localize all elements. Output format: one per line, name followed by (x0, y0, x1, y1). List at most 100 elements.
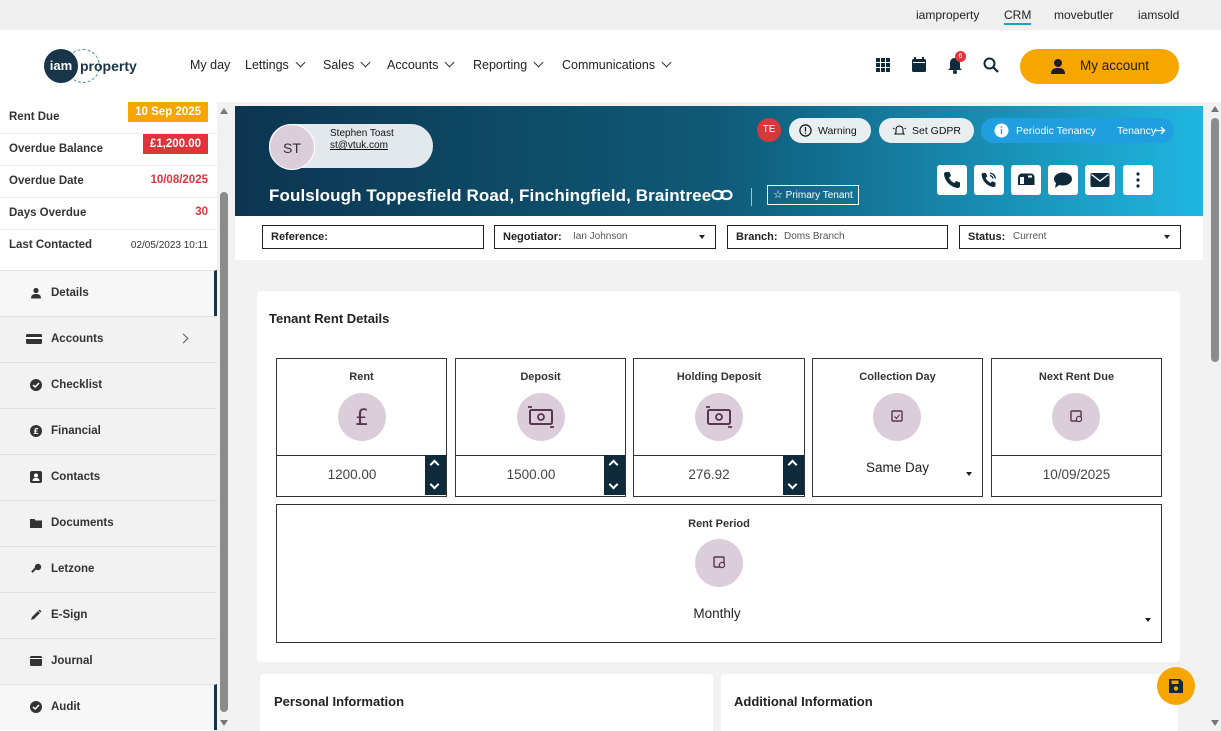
user-initials-badge[interactable]: TE (757, 118, 781, 142)
nav-accounts[interactable]: Accounts (387, 57, 455, 72)
holding-deposit-stepper[interactable] (783, 455, 804, 495)
set-gdpr-button[interactable]: Set GDPR (879, 118, 974, 143)
scroll-down-icon[interactable] (220, 720, 228, 726)
divider (634, 455, 804, 456)
sidebar-item-label: Checklist (51, 379, 103, 391)
calendar-icon[interactable] (908, 54, 930, 76)
sidebar-item-letzone[interactable]: Letzone (0, 546, 217, 592)
personal-information-card: Personal Information (260, 674, 713, 731)
overdue-date-value: 10/08/2025 (150, 174, 208, 186)
holding-deposit-input[interactable]: 276.92 (634, 467, 784, 482)
card-title: Tenant Rent Details (269, 311, 390, 326)
primary-tenant-badge[interactable]: ☆ Primary Tenant (767, 185, 859, 205)
additional-information-card: Additional Information (721, 674, 1178, 731)
divider (751, 188, 752, 206)
scrollbar-thumb[interactable] (1211, 118, 1219, 362)
holding-deposit-label: Holding Deposit (676, 371, 762, 383)
caret-down-icon[interactable] (966, 472, 972, 476)
contact-email[interactable]: st@vtuk.com (330, 140, 388, 151)
last-contacted-label: Last Contacted (9, 239, 93, 251)
sidebar-item-details[interactable]: Details (0, 270, 217, 316)
rent-stepper[interactable] (425, 455, 446, 495)
journal-icon (30, 656, 42, 666)
money-bill-icon (517, 393, 565, 441)
chevron-up-icon[interactable] (608, 459, 619, 470)
apps-grid-icon[interactable] (872, 54, 894, 76)
sidebar-item-checklist[interactable]: Checklist (0, 362, 217, 408)
negotiator-select[interactable]: Negotiator: Ian Johnson (494, 225, 716, 249)
top-link-iamproperty[interactable]: iamproperty (916, 8, 979, 22)
scroll-down-icon[interactable] (1211, 720, 1219, 726)
nav-lettings[interactable]: Lettings (245, 57, 306, 72)
deposit-input[interactable]: 1500.00 (456, 467, 606, 482)
branch-field[interactable]: Branch: Doms Branch (727, 225, 948, 249)
phone-button[interactable] (937, 165, 967, 195)
reference-field[interactable]: Reference: (262, 225, 484, 249)
chevron-up-icon[interactable] (429, 459, 440, 470)
tenancy-chip[interactable]: Periodic Tenancy Tenancy (981, 118, 1174, 143)
collection-day-select[interactable]: Same Day (813, 460, 982, 475)
chevron-up-icon[interactable] (787, 459, 798, 470)
sidebar-item-journal[interactable]: Journal (0, 638, 217, 684)
rent-period-select[interactable]: Monthly (277, 606, 1157, 621)
overdue-balance-row: Overdue Balance £1,200.00 (0, 134, 217, 166)
caret-down-icon (1164, 235, 1170, 239)
personal-information-title: Personal Information (274, 694, 405, 709)
warning-button[interactable]: Warning (789, 118, 871, 143)
next-rent-due-input[interactable]: 10/09/2025 (992, 467, 1161, 482)
sms-button[interactable] (1048, 165, 1078, 195)
additional-information-title: Additional Information (734, 694, 873, 709)
sidebar-item-documents[interactable]: Documents (0, 500, 217, 546)
tenancy-link[interactable]: Tenancy (1117, 125, 1156, 137)
logo[interactable]: iam property (44, 49, 140, 83)
search-icon[interactable] (980, 54, 1002, 76)
top-link-iamsold[interactable]: iamsold (1138, 8, 1179, 22)
call-log-button[interactable] (974, 165, 1004, 195)
sidebar-item-audit[interactable]: Audit (0, 684, 217, 730)
nav-reporting[interactable]: Reporting (473, 57, 544, 72)
my-account-button[interactable]: My account (1020, 49, 1179, 84)
chevron-down-icon[interactable] (429, 479, 440, 490)
left-scrollbar[interactable] (219, 104, 229, 731)
bell-icon[interactable]: 6 (944, 51, 966, 76)
page-scrollbar[interactable] (1209, 102, 1221, 731)
nav-communications[interactable]: Communications (562, 57, 672, 72)
sidebar-item-financial[interactable]: £ Financial (0, 408, 217, 454)
rent-input[interactable]: 1200.00 (277, 467, 427, 482)
star-icon: ☆ (773, 189, 783, 201)
sidebar-item-accounts[interactable]: Accounts (0, 316, 217, 362)
tenancy-fields: Reference: Negotiator: Ian Johnson Branc… (235, 216, 1203, 260)
email-button[interactable] (1085, 165, 1115, 195)
link-icon[interactable] (711, 187, 733, 203)
svg-text:£: £ (355, 406, 369, 431)
letter-button[interactable] (1011, 165, 1041, 195)
nav-sales[interactable]: Sales (323, 57, 371, 72)
sidebar-item-contacts[interactable]: Contacts (0, 454, 217, 500)
chevron-down-icon[interactable] (608, 479, 619, 490)
gdpr-label: Set GDPR (912, 125, 962, 137)
nav-my-day[interactable]: My day (190, 58, 230, 72)
alert-icon (799, 124, 812, 137)
days-overdue-value: 30 (195, 206, 208, 218)
top-link-crm[interactable]: CRM (1004, 8, 1032, 25)
floppy-disk-icon (1169, 679, 1183, 693)
caret-down-icon[interactable] (1145, 618, 1151, 622)
sidebar-item-label: Details (51, 287, 89, 299)
chevron-down-icon[interactable] (787, 479, 798, 490)
deposit-stepper[interactable] (604, 455, 625, 495)
top-link-movebutler[interactable]: movebutler (1054, 8, 1113, 22)
scrollbar-thumb[interactable] (220, 192, 228, 712)
chevron-down-icon (533, 57, 544, 68)
next-rent-due-box: Next Rent Due 10/09/2025 (991, 358, 1162, 497)
more-options-button[interactable] (1123, 165, 1153, 195)
scroll-up-icon[interactable] (220, 108, 228, 114)
phone-icon (944, 172, 960, 188)
scroll-up-icon[interactable] (1211, 106, 1219, 112)
save-button[interactable] (1157, 667, 1195, 705)
status-select[interactable]: Status: Current (959, 225, 1181, 249)
sidebar-item-e-sign[interactable]: E-Sign (0, 592, 217, 638)
sidebar-item-label: Letzone (51, 563, 95, 575)
calendar-clock-icon (695, 539, 743, 587)
days-overdue-label: Days Overdue (9, 207, 87, 219)
branch-value: Doms Branch (784, 231, 845, 242)
